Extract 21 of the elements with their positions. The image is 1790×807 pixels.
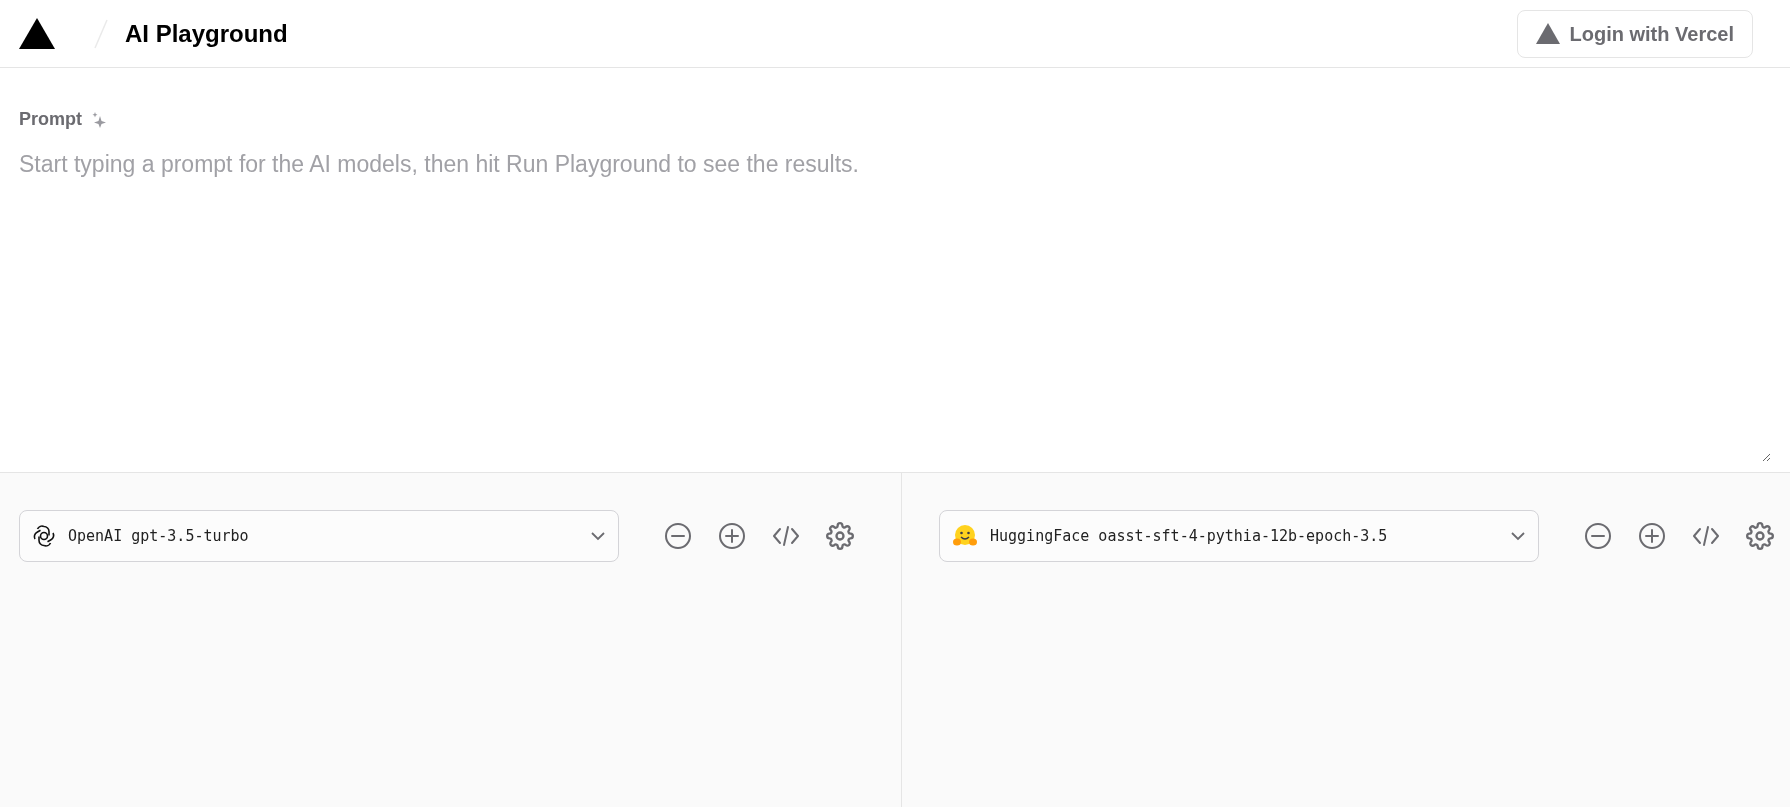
code-icon[interactable] — [772, 524, 800, 548]
knot-logo-icon — [32, 524, 56, 548]
code-icon[interactable] — [1692, 524, 1720, 548]
settings-icon[interactable] — [1746, 522, 1774, 550]
triangle-logo-icon — [1535, 23, 1560, 44]
minus-circle-icon[interactable] — [664, 522, 692, 550]
minus-circle-icon[interactable] — [1584, 522, 1612, 550]
chevron-down-icon — [1510, 531, 1526, 541]
smiley-face-icon — [952, 524, 978, 548]
login-button[interactable]: Login with Vercel — [1516, 9, 1753, 58]
model-select[interactable]: HuggingFace oasst-sft-4-pythia-12b-epoch-3.5 — [939, 510, 1539, 562]
sparkle-icon — [92, 111, 106, 128]
triangle-logo-icon[interactable] — [19, 18, 55, 49]
prompt-field[interactable]: Start typing a prompt for the AI models, then hit Run Playground to see the results. — [19, 147, 1771, 462]
model-select[interactable]: OpenAI gpt-3.5-turbo — [19, 510, 619, 562]
plus-circle-icon[interactable] — [718, 522, 746, 550]
chevron-down-icon — [590, 531, 606, 541]
prompt-label: Prompt — [19, 108, 82, 131]
settings-icon[interactable] — [826, 522, 854, 550]
page-title: AI Playground — [125, 18, 288, 49]
plus-circle-icon[interactable] — [1638, 522, 1666, 550]
